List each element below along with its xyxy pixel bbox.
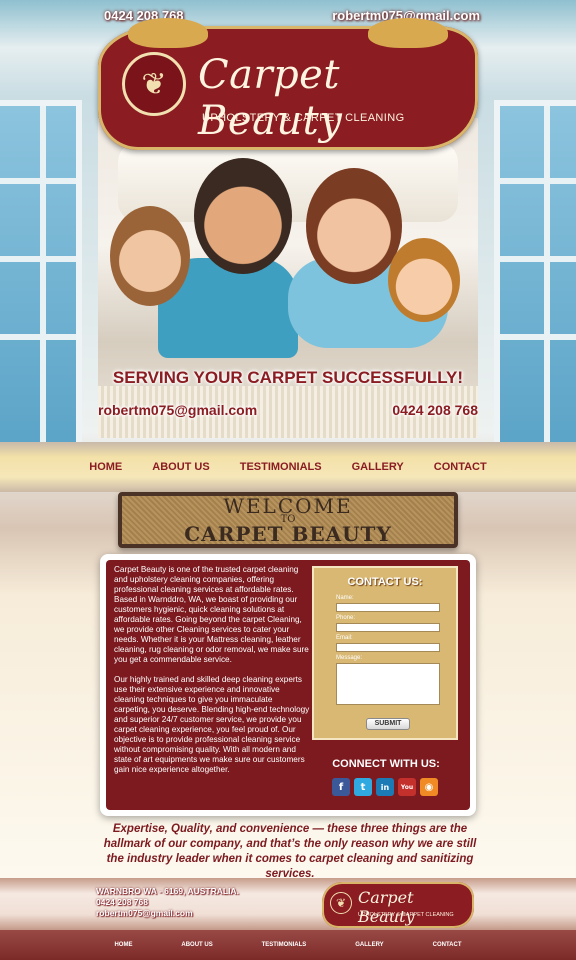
logo-ornament-icon [128,18,208,48]
logo-tagline: UPHOLSTERY & CARPET CLEANING [202,112,405,124]
message-label: Message: [336,655,363,661]
name-label: Name: [336,595,354,601]
footer-logo-brand: Carpet Beauty [358,888,415,926]
logo-ornament-icon [368,18,448,48]
name-field[interactable] [336,603,440,612]
welcome-line-3: CARPET BEAUTY [184,521,392,546]
site-logo[interactable]: ❦ Carpet Beauty UPHOLSTERY & CARPET CLEA… [98,18,478,150]
content-panel: Carpet Beauty is one of the trusted carp… [100,554,476,816]
hero-slogan: SERVING YOUR CARPET SUCCESSFULLY! [112,368,464,387]
hero-family-photo: SERVING YOUR CARPET SUCCESSFULLY! robert… [98,118,478,438]
nav-testimonials[interactable]: TESTIMONIALS [225,461,337,473]
phone-label: Phone: [336,615,356,621]
photo-girl [110,206,190,306]
photo-mother [306,168,402,284]
main-nav: HOME ABOUT US TESTIMONIALS GALLERY CONTA… [0,442,576,492]
logo-brand-name: Carpet Beauty [198,52,343,144]
logo-emblem-icon: ❦ [122,52,186,116]
youtube-icon[interactable]: You [398,778,416,796]
photo-father [194,158,292,274]
footer-logo-tagline: UPHOLSTERY & CARPET CLEANING [358,912,454,918]
footer-logo-emblem-icon: ❦ [330,892,352,914]
nav-home[interactable]: HOME [74,461,137,473]
email-field[interactable] [336,643,440,652]
connect-title: CONNECT WITH US: [332,758,440,770]
email-label: Email: [336,635,353,641]
footer-nav-about-us[interactable]: ABOUT US [181,942,212,948]
footer-nav: HOME ABOUT US TESTIMONIALS GALLERY CONTA… [0,930,576,960]
submit-button[interactable]: SUBMIT [366,718,410,730]
window-decoration-left [0,100,82,460]
window-decoration-right [494,100,576,460]
photo-boy [388,238,460,322]
footer-logo[interactable]: ❦ Carpet Beauty UPHOLSTERY & CARPET CLEA… [322,882,474,928]
footer: WARNBRO WA - 6169, AUSTRALIA. 0424 208 7… [0,878,576,930]
footer-contact: WARNBRO WA - 6169, AUSTRALIA. 0424 208 7… [96,886,239,919]
footer-nav-home[interactable]: HOME [114,942,132,948]
footer-nav-testimonials[interactable]: TESTIMONIALS [262,942,307,948]
footer-address: WARNBRO WA - 6169, AUSTRALIA. [96,886,239,896]
about-paragraph-1: Carpet Beauty is one of the trusted carp… [114,565,309,664]
content-panel-inner: Carpet Beauty is one of the trusted carp… [106,560,470,810]
nav-gallery[interactable]: GALLERY [337,461,419,473]
nav-about-us[interactable]: ABOUT US [137,461,224,473]
about-text: Carpet Beauty is one of the trusted carp… [114,565,310,785]
social-links: f t in You ◉ [332,778,438,796]
message-field[interactable] [336,663,440,705]
phone-field[interactable] [336,623,440,632]
footer-nav-contact[interactable]: CONTACT [433,942,462,948]
footer-phone[interactable]: 0424 208 768 [96,897,239,908]
hero-phone[interactable]: 0424 208 768 [392,402,478,418]
footer-nav-gallery[interactable]: GALLERY [355,942,383,948]
welcome-mat-banner: WELCOME TO CARPET BEAUTY [118,492,458,548]
twitter-icon[interactable]: t [354,778,372,796]
nav-contact[interactable]: CONTACT [419,461,502,473]
linkedin-icon[interactable]: in [376,778,394,796]
footer-email[interactable]: robertm075@gmail.com [96,908,239,919]
facebook-icon[interactable]: f [332,778,350,796]
welcome-line-1: WELCOME [223,493,353,518]
hallmark-statement: Expertise, Quality, and convenience — th… [103,823,477,880]
about-paragraph-2: Our highly trained and skilled deep clea… [114,675,310,774]
contact-form-title: CONTACT US: [347,576,423,588]
hero-email[interactable]: robertm075@gmail.com [98,402,257,418]
contact-form: CONTACT US: Name: Phone: Email: Message:… [312,566,458,740]
rss-icon[interactable]: ◉ [420,778,438,796]
